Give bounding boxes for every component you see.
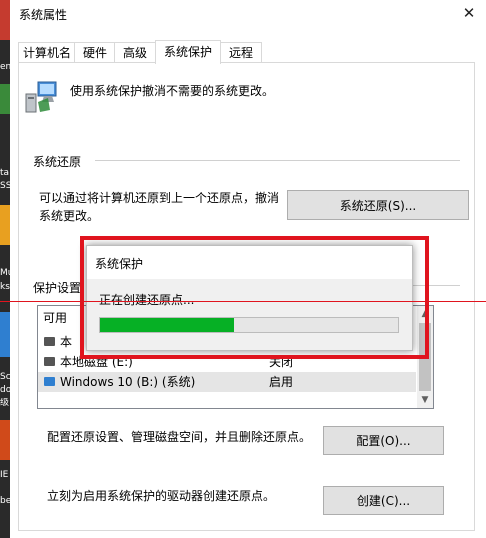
desktop-background-strip: en ta SS Mu ks Sc do 级 IE be bbox=[0, 0, 10, 538]
tab-system-protection[interactable]: 系统保护 bbox=[155, 40, 221, 64]
drive-icon bbox=[44, 357, 55, 366]
section-divider bbox=[95, 160, 460, 161]
desktop-label-fragment: en bbox=[0, 62, 10, 72]
windows-drive-icon bbox=[44, 377, 55, 386]
desktop-icon-fragment bbox=[0, 0, 10, 40]
desktop-icon-fragment bbox=[0, 312, 10, 357]
drive-protection-state: 启用 bbox=[269, 375, 294, 389]
window-title: 系统属性 bbox=[19, 8, 68, 22]
desktop-label-fragment: ta bbox=[0, 168, 10, 178]
desktop-label-fragment: do bbox=[0, 385, 10, 395]
list-scrollbar[interactable]: ▲ ▼ bbox=[417, 306, 433, 408]
drive-name: Windows 10 (B:) (系统) bbox=[60, 375, 196, 389]
configure-description: 配置还原设置、管理磁盘空间，并且删除还原点。 bbox=[47, 430, 312, 444]
computer-shield-icon bbox=[25, 81, 57, 113]
desktop-icon-fragment bbox=[0, 205, 10, 245]
configure-button[interactable]: 配置(O)... bbox=[323, 426, 444, 455]
create-button[interactable]: 创建(C)... bbox=[323, 486, 444, 515]
tab-computer-name[interactable]: 计算机名 bbox=[18, 42, 76, 63]
system-protection-progress-dialog: 系统保护 正在创建还原点... bbox=[86, 245, 413, 351]
create-description: 立刻为启用系统保护的驱动器创建还原点。 bbox=[47, 489, 276, 503]
scroll-down-icon[interactable]: ▼ bbox=[417, 392, 433, 408]
scroll-up-icon[interactable]: ▲ bbox=[417, 306, 433, 322]
list-item[interactable]: 本地磁盘 (E:) 关闭 bbox=[38, 352, 416, 372]
list-header: 可用 bbox=[43, 311, 68, 325]
drive-name: 本 bbox=[60, 335, 73, 349]
progress-bar-fill bbox=[100, 318, 235, 332]
system-restore-section-title: 系统还原 bbox=[33, 153, 86, 170]
restore-description: 可以通过将计算机还原到上一个还原点，撤消 系统更改。 bbox=[39, 189, 279, 225]
desktop-label-fragment: ks bbox=[0, 282, 10, 292]
system-restore-button[interactable]: 系统还原(S)... bbox=[287, 190, 469, 220]
tab-advanced[interactable]: 高级 bbox=[114, 42, 156, 63]
tab-hardware[interactable]: 硬件 bbox=[74, 42, 116, 63]
progress-bar bbox=[99, 317, 399, 333]
close-icon[interactable]: ✕ bbox=[456, 2, 482, 24]
drive-protection-state: 关闭 bbox=[269, 355, 294, 369]
progress-message: 正在创建还原点... bbox=[99, 293, 195, 307]
tab-remote[interactable]: 远程 bbox=[220, 42, 262, 63]
scroll-thumb[interactable] bbox=[419, 323, 431, 391]
restore-description-line: 可以通过将计算机还原到上一个还原点，撤消 bbox=[39, 191, 280, 205]
drive-name: 本地磁盘 (E:) bbox=[60, 355, 133, 369]
restore-description-line: 系统更改。 bbox=[39, 209, 100, 223]
desktop-icon-fragment bbox=[0, 420, 10, 460]
drive-icon bbox=[44, 337, 55, 346]
desktop-label-fragment: be bbox=[0, 496, 10, 506]
desktop-label-fragment: Sc bbox=[0, 372, 10, 382]
desktop-label-fragment: SS bbox=[0, 181, 10, 191]
intro-text: 使用系统保护撤消不需要的系统更改。 bbox=[70, 84, 275, 98]
dialog-title: 系统保护 bbox=[95, 257, 144, 271]
desktop-label-fragment: IE bbox=[0, 470, 9, 480]
desktop-label-fragment: 级 bbox=[0, 398, 10, 408]
desktop-label-fragment: Mu bbox=[0, 268, 10, 278]
list-item[interactable]: Windows 10 (B:) (系统) 启用 bbox=[38, 372, 416, 392]
dialog-body: 正在创建还原点... bbox=[87, 279, 412, 350]
desktop-icon-fragment bbox=[0, 84, 10, 114]
protection-settings-section-title: 保护设置 bbox=[33, 279, 86, 296]
